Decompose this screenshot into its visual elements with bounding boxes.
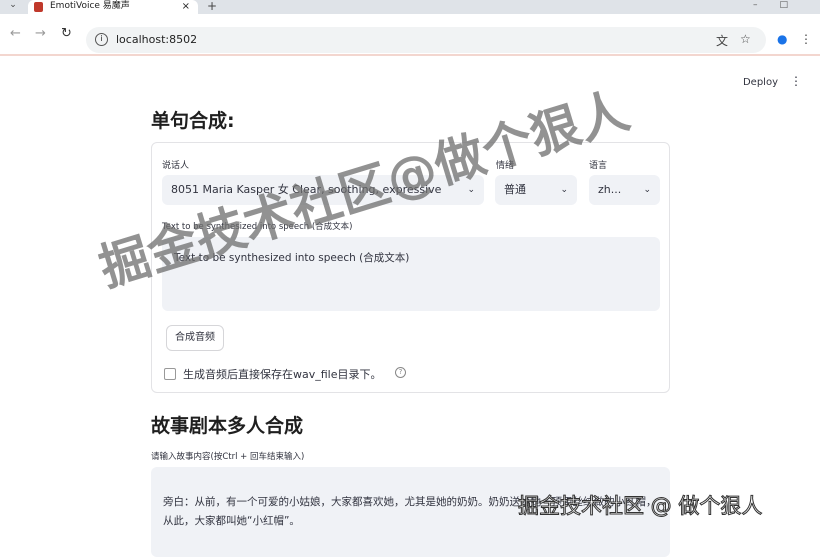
reload-icon[interactable]: ↻ — [61, 26, 72, 41]
save-wav-label: 生成音频后直接保存在wav_file目录下。 — [183, 368, 382, 381]
speaker-value: 8051 Maria Kasper 女 Clear, soothing, exp… — [171, 183, 442, 196]
address-bar[interactable]: i localhost:8502 — [86, 27, 766, 53]
story-input-label: 请输入故事内容(按Ctrl + 回车结束输入) — [151, 452, 305, 462]
chevron-down-icon: ⌄ — [643, 185, 651, 195]
single-synthesis-form: 说话人 8051 Maria Kasper 女 Clear, soothing,… — [151, 142, 670, 393]
back-icon[interactable]: ← — [10, 26, 21, 41]
help-icon[interactable]: ? — [395, 367, 406, 378]
emotion-select[interactable]: 普通 ⌄ — [495, 175, 577, 205]
single-synthesis-title: 单句合成: — [151, 110, 235, 132]
speaker-label: 说话人 — [162, 161, 190, 171]
story-synthesis-title: 故事剧本多人合成 — [151, 415, 304, 437]
browser-tab[interactable]: EmotiVoice 易魔声 × — [28, 0, 198, 14]
speaker-select[interactable]: 8051 Maria Kasper 女 Clear, soothing, exp… — [162, 175, 484, 205]
window-controls[interactable]: –□ — [753, 0, 810, 10]
favicon-icon — [34, 2, 43, 12]
text-input[interactable]: Text to be synthesized into speech (合成文本… — [162, 237, 660, 311]
text-input-label: Text to be synthesized into speech (合成文本… — [162, 222, 353, 232]
main-menu-icon[interactable]: ⋮ — [790, 74, 802, 88]
close-tab-icon[interactable]: × — [182, 0, 190, 13]
browser-menu-icon[interactable]: ⋮ — [800, 32, 812, 46]
url-text: localhost:8502 — [116, 33, 198, 46]
language-select[interactable]: zh... ⌄ — [589, 175, 660, 205]
synthesize-button[interactable]: 合成音频 — [166, 325, 224, 351]
bookmark-star-icon[interactable]: ☆ — [740, 32, 751, 46]
browser-toolbar: ← → ↻ i localhost:8502 文 ☆ ● ⋮ — [0, 14, 820, 56]
tab-bar: ⌄ EmotiVoice 易魔声 × + –□ — [0, 0, 820, 14]
tab-search-button[interactable]: ⌄ — [4, 0, 22, 14]
new-tab-button[interactable]: + — [207, 0, 217, 13]
emotion-label: 情绪 — [496, 161, 515, 171]
language-label: 语言 — [589, 161, 608, 171]
deploy-button[interactable]: Deploy — [743, 77, 778, 88]
chevron-down-icon: ⌄ — [467, 185, 475, 195]
chevron-down-icon: ⌄ — [560, 185, 568, 195]
emotion-value: 普通 — [504, 183, 526, 196]
language-value: zh... — [598, 183, 622, 196]
save-wav-checkbox[interactable] — [164, 368, 176, 380]
tab-title: EmotiVoice 易魔声 — [50, 1, 130, 11]
forward-icon[interactable]: → — [35, 26, 46, 41]
story-input[interactable]: 旁白：从前，有一个可爱的小姑娘，大家都喜欢她，尤其是她的奶奶。奶奶送给她一顶用丝… — [151, 467, 670, 557]
profile-icon[interactable]: ● — [777, 32, 787, 46]
site-info-icon[interactable]: i — [95, 33, 108, 46]
translate-icon[interactable]: 文 — [716, 32, 728, 49]
